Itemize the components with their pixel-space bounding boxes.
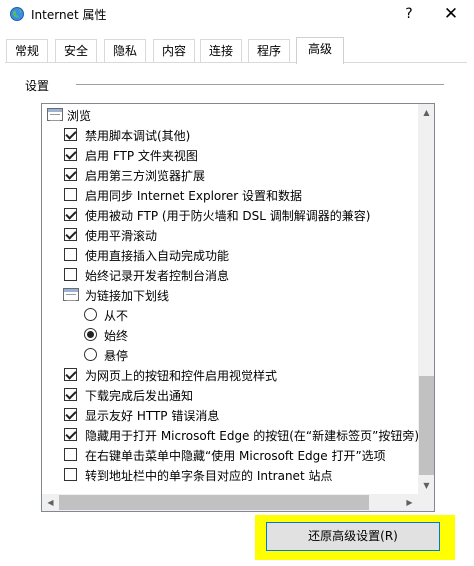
internet-globe-icon	[9, 6, 25, 22]
vertical-scroll-thumb[interactable]	[419, 376, 434, 475]
scrollbar-corner	[418, 494, 434, 511]
setting-checkbox[interactable]	[64, 408, 77, 421]
setting-row[interactable]: 始终	[42, 325, 418, 345]
restore-advanced-settings-button[interactable]: 还原高级设置(R)	[266, 522, 440, 551]
help-button[interactable]: ?	[386, 0, 432, 30]
setting-checkbox[interactable]	[64, 368, 77, 381]
settings-group-divider	[76, 84, 444, 85]
setting-checkbox[interactable]	[64, 468, 77, 481]
setting-row[interactable]: 使用直接插入自动完成功能	[42, 245, 418, 265]
setting-label: 禁用脚本调试(其他)	[85, 129, 191, 143]
horizontal-scrollbar[interactable]: ◀ ▶	[42, 494, 418, 511]
setting-checkbox[interactable]	[64, 268, 77, 281]
setting-row[interactable]: 隐藏用于打开 Microsoft Edge 的按钮(在“新建标签页”按钮旁)	[42, 425, 420, 445]
setting-row[interactable]: 在右键单击菜单中隐藏“使用 Microsoft Edge 打开”选项	[42, 445, 418, 465]
setting-checkbox[interactable]	[64, 168, 77, 181]
settings-group-label: 设置	[25, 79, 50, 93]
setting-row[interactable]: 下载完成后发出通知	[42, 385, 418, 405]
setting-label: 启用 FTP 文件夹视图	[85, 149, 198, 163]
setting-radio[interactable]	[84, 348, 97, 361]
setting-label: 为网页上的按钮和控件启用视觉样式	[85, 369, 278, 383]
tab-programs[interactable]: 程序	[248, 39, 290, 63]
close-button[interactable]: ✕	[428, 0, 474, 30]
setting-label: 使用平滑滚动	[85, 229, 158, 243]
setting-checkbox[interactable]	[64, 428, 77, 441]
tab-strip: 常规 安全 隐私 内容 连接 程序 高级	[0, 37, 474, 64]
setting-row[interactable]: 显示友好 HTTP 错误消息	[42, 405, 418, 425]
setting-label: 始终	[104, 329, 129, 343]
setting-checkbox[interactable]	[64, 188, 77, 201]
tab-security[interactable]: 安全	[55, 39, 97, 63]
setting-row[interactable]: 使用被动 FTP (用于防火墙和 DSL 调制解调器的兼容)	[42, 205, 418, 225]
settings-tree[interactable]: 浏览 禁用脚本调试(其他) 启用 FTP 文件夹视图 启用第三方浏览器扩展 启用…	[41, 103, 435, 512]
setting-label: 启用第三方浏览器扩展	[85, 169, 206, 183]
setting-row[interactable]: 始终记录开发者控制台消息	[42, 265, 418, 285]
setting-checkbox[interactable]	[64, 148, 77, 161]
setting-checkbox[interactable]	[64, 248, 77, 261]
setting-label: 使用直接插入自动完成功能	[85, 249, 230, 263]
scroll-up-icon[interactable]: ▲	[418, 104, 434, 121]
setting-checkbox[interactable]	[64, 448, 77, 461]
setting-radio[interactable]	[84, 308, 97, 321]
setting-label: 从不	[104, 309, 129, 323]
setting-row[interactable]: 为网页上的按钮和控件启用视觉样式	[42, 365, 418, 385]
setting-checkbox[interactable]	[64, 388, 77, 401]
scroll-down-icon[interactable]: ▼	[418, 477, 434, 494]
title-bar: Internet 属性 ? ✕	[0, 0, 474, 30]
settings-category-icon	[47, 108, 63, 121]
category-browsing: 浏览	[42, 105, 418, 125]
tab-divider	[5, 62, 467, 63]
setting-label: 隐藏用于打开 Microsoft Edge 的按钮(在“新建标签页”按钮旁)	[85, 429, 420, 443]
setting-radio[interactable]	[84, 328, 97, 341]
setting-checkbox[interactable]	[64, 128, 77, 141]
setting-row[interactable]: 禁用脚本调试(其他)	[42, 125, 418, 145]
setting-row[interactable]: 从不	[42, 305, 418, 325]
window-title: Internet 属性	[31, 8, 107, 22]
setting-label: 悬停	[104, 349, 129, 363]
settings-category-icon	[63, 288, 79, 301]
setting-label: 在右键单击菜单中隐藏“使用 Microsoft Edge 打开”选项	[85, 449, 386, 463]
category-label: 为链接加下划线	[85, 289, 170, 303]
tab-privacy[interactable]: 隐私	[104, 39, 146, 63]
scroll-right-icon[interactable]: ▶	[401, 494, 418, 511]
setting-label: 启用同步 Internet Explorer 设置和数据	[85, 189, 303, 203]
setting-checkbox[interactable]	[64, 228, 77, 241]
tab-content[interactable]: 内容	[153, 39, 195, 63]
setting-row[interactable]: 转到地址栏中的单字条目对应的 Intranet 站点	[42, 465, 418, 485]
setting-label: 显示友好 HTTP 错误消息	[85, 409, 220, 423]
tab-advanced[interactable]: 高级	[296, 37, 344, 64]
setting-label: 使用被动 FTP (用于防火墙和 DSL 调制解调器的兼容)	[85, 209, 371, 223]
horizontal-scroll-thumb[interactable]	[59, 495, 369, 510]
scroll-left-icon[interactable]: ◀	[42, 494, 59, 511]
setting-row[interactable]: 悬停	[42, 345, 418, 365]
vertical-scrollbar[interactable]: ▲ ▼	[418, 104, 434, 494]
category-label: 浏览	[67, 109, 92, 123]
setting-row[interactable]: 启用同步 Internet Explorer 设置和数据	[42, 185, 418, 205]
setting-row[interactable]: 启用 FTP 文件夹视图	[42, 145, 418, 165]
setting-label: 始终记录开发者控制台消息	[85, 269, 230, 283]
tab-general[interactable]: 常规	[6, 39, 48, 63]
tab-connections[interactable]: 连接	[200, 39, 242, 63]
category-underline-links: 为链接加下划线	[42, 285, 418, 305]
setting-checkbox[interactable]	[64, 208, 77, 221]
setting-label: 下载完成后发出通知	[85, 389, 194, 403]
setting-label: 转到地址栏中的单字条目对应的 Intranet 站点	[85, 469, 333, 483]
setting-row[interactable]: 启用第三方浏览器扩展	[42, 165, 418, 185]
setting-row[interactable]: 使用平滑滚动	[42, 225, 418, 245]
